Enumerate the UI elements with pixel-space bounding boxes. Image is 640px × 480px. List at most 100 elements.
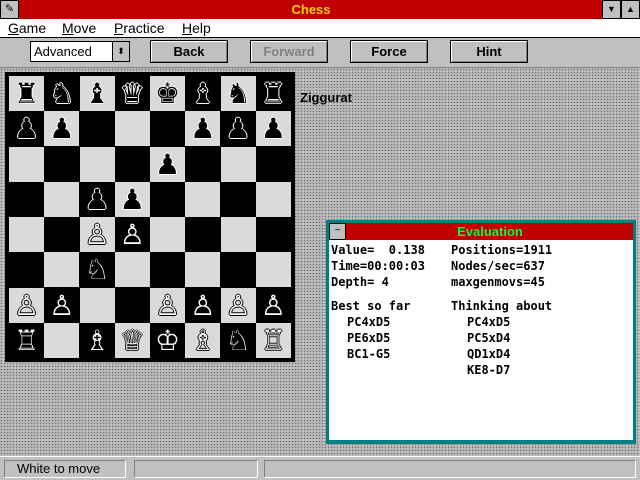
square-e3[interactable] — [150, 252, 185, 288]
square-e4[interactable] — [150, 217, 185, 252]
chess-piece-icon[interactable]: ♖ — [14, 324, 39, 357]
square-d2[interactable] — [114, 287, 150, 323]
square-f7[interactable]: ♟ — [185, 111, 221, 147]
square-b2[interactable]: ♙ — [44, 287, 80, 323]
chess-piece-icon[interactable]: ♟ — [49, 112, 74, 145]
square-b1[interactable] — [44, 322, 80, 358]
square-b7[interactable]: ♟ — [44, 111, 80, 147]
square-a2[interactable]: ♙ — [9, 287, 44, 323]
chess-piece-icon[interactable]: ♟ — [225, 112, 250, 145]
square-b8[interactable]: ♞ — [44, 76, 80, 111]
square-h8[interactable]: ♜ — [255, 76, 291, 111]
square-f5[interactable] — [185, 181, 221, 217]
square-g3[interactable] — [220, 252, 256, 288]
square-b6[interactable] — [44, 146, 80, 182]
chess-piece-icon[interactable]: ♙ — [190, 289, 215, 322]
square-c1[interactable]: ♗ — [79, 322, 115, 358]
maximize-button[interactable]: ▲ — [621, 0, 640, 19]
square-c7[interactable] — [79, 111, 115, 147]
minimize-button[interactable]: ▼ — [602, 0, 621, 19]
square-h5[interactable] — [255, 181, 291, 217]
square-b5[interactable] — [44, 181, 80, 217]
menu-game[interactable]: Game — [8, 19, 46, 37]
square-f4[interactable] — [185, 217, 221, 252]
square-c8[interactable]: ♝ — [79, 76, 115, 111]
chess-piece-icon[interactable]: ♞ — [225, 77, 250, 110]
menu-move[interactable]: Move — [62, 19, 96, 37]
square-h2[interactable]: ♙ — [255, 287, 291, 323]
hint-button[interactable]: Hint — [450, 40, 528, 63]
square-f2[interactable]: ♙ — [185, 287, 221, 323]
square-d6[interactable] — [114, 146, 150, 182]
system-menu-icon[interactable]: ✎ — [0, 0, 19, 19]
chess-piece-icon[interactable]: ♔ — [155, 324, 180, 357]
level-dropdown[interactable]: Advanced ⬍ — [30, 41, 130, 62]
square-h7[interactable]: ♟ — [255, 111, 291, 147]
chess-piece-icon[interactable]: ♙ — [49, 289, 74, 322]
chess-piece-icon[interactable]: ♙ — [120, 218, 145, 251]
square-g6[interactable] — [220, 146, 256, 182]
square-g4[interactable] — [220, 217, 256, 252]
chess-piece-icon[interactable]: ♝ — [84, 77, 109, 110]
square-b4[interactable] — [44, 217, 80, 252]
square-a5[interactable] — [9, 181, 44, 217]
square-g7[interactable]: ♟ — [220, 111, 256, 147]
back-button[interactable]: Back — [150, 40, 228, 63]
square-c4[interactable]: ♙ — [79, 217, 115, 252]
square-d7[interactable] — [114, 111, 150, 147]
chess-piece-icon[interactable]: ♙ — [155, 289, 180, 322]
square-c5[interactable]: ♟ — [79, 181, 115, 217]
system-menu-icon[interactable]: − — [329, 223, 346, 240]
chess-piece-icon[interactable]: ♗ — [190, 324, 215, 357]
menu-help[interactable]: Help — [182, 19, 211, 37]
square-a1[interactable]: ♖ — [9, 322, 44, 358]
force-button[interactable]: Force — [350, 40, 428, 63]
chess-piece-icon[interactable]: ♙ — [225, 289, 250, 322]
square-c2[interactable] — [79, 287, 115, 323]
square-a8[interactable]: ♜ — [9, 76, 44, 111]
dropdown-arrow-icon[interactable]: ⬍ — [112, 42, 129, 61]
square-e6[interactable]: ♟ — [150, 146, 185, 182]
chess-piece-icon[interactable]: ♙ — [84, 218, 109, 251]
chess-piece-icon[interactable]: ♟ — [120, 183, 145, 216]
square-d1[interactable]: ♕ — [114, 322, 150, 358]
square-g8[interactable]: ♞ — [220, 76, 256, 111]
square-d4[interactable]: ♙ — [114, 217, 150, 252]
square-e7[interactable] — [150, 111, 185, 147]
forward-button[interactable]: Forward — [250, 40, 328, 63]
square-g1[interactable]: ♘ — [220, 322, 256, 358]
chess-piece-icon[interactable]: ♟ — [155, 148, 180, 181]
square-c6[interactable] — [79, 146, 115, 182]
chess-piece-icon[interactable]: ♜ — [14, 77, 39, 110]
chess-piece-icon[interactable]: ♘ — [225, 324, 250, 357]
square-f6[interactable] — [185, 146, 221, 182]
chess-piece-icon[interactable]: ♙ — [14, 289, 39, 322]
square-e5[interactable] — [150, 181, 185, 217]
square-f8[interactable]: ♝ — [185, 76, 221, 111]
square-h1[interactable]: ♖ — [255, 322, 291, 358]
square-a3[interactable] — [9, 252, 44, 288]
chess-piece-icon[interactable]: ♟ — [261, 112, 286, 145]
chess-board[interactable]: ♜ ♞ ♝ ♛ ♚ ♝ ♞ ♜ ♟ ♟ ♟ ♟ ♟ ♟ ♟ ♟ ♙ ♙ ♘ ♙ ♙ ♙ ♙ ♙ ♙ ♖ ♗ ♕ ♔ ♗ ♘ ♖ — [9, 76, 291, 358]
square-d8[interactable]: ♛ — [114, 76, 150, 111]
square-a7[interactable]: ♟ — [9, 111, 44, 147]
square-g5[interactable] — [220, 181, 256, 217]
chess-piece-icon[interactable]: ♚ — [155, 77, 180, 110]
square-d5[interactable]: ♟ — [114, 181, 150, 217]
square-f3[interactable] — [185, 252, 221, 288]
square-h3[interactable] — [255, 252, 291, 288]
square-e1[interactable]: ♔ — [150, 322, 185, 358]
square-a4[interactable] — [9, 217, 44, 252]
square-a6[interactable] — [9, 146, 44, 182]
chess-piece-icon[interactable]: ♘ — [84, 253, 109, 286]
chess-piece-icon[interactable]: ♟ — [84, 183, 109, 216]
chess-piece-icon[interactable]: ♝ — [190, 77, 215, 110]
menu-practice[interactable]: Practice — [114, 19, 165, 37]
square-d3[interactable] — [114, 252, 150, 288]
chess-piece-icon[interactable]: ♙ — [261, 289, 286, 322]
square-e2[interactable]: ♙ — [150, 287, 185, 323]
chess-piece-icon[interactable]: ♟ — [14, 112, 39, 145]
chess-piece-icon[interactable]: ♞ — [49, 77, 74, 110]
square-c3[interactable]: ♘ — [79, 252, 115, 288]
chess-piece-icon[interactable]: ♜ — [261, 77, 286, 110]
